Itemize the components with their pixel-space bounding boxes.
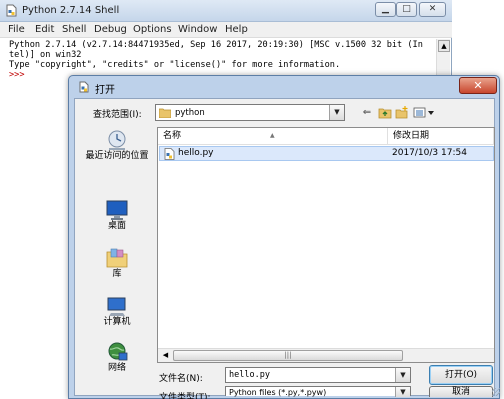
filename-label: 文件名(N): xyxy=(159,374,203,384)
column-header-label: 修改日期 xyxy=(393,131,430,141)
resize-grip[interactable] xyxy=(492,388,500,396)
column-header-name[interactable]: 名称 ▲ xyxy=(158,128,388,145)
desktop-icon xyxy=(106,200,128,220)
menu-window[interactable]: Window xyxy=(178,24,217,35)
sort-ascending-icon: ▲ xyxy=(270,132,275,139)
place-label: 最近访问的位置 xyxy=(85,151,149,161)
shell-output[interactable]: Python 2.7.14 (v2.7.14:84471935ed, Sep 1… xyxy=(9,40,434,80)
shell-close-button[interactable]: ✕ xyxy=(419,2,446,17)
open-file-dialog: 打开 ✕ 查找范围(I): python ▼ ⇐ 最近访问的位置 桌面 库 计算… xyxy=(68,75,500,399)
shell-line: Python 2.7.14 (v2.7.14:84471935ed, Sep 1… xyxy=(9,40,423,50)
menu-options[interactable]: Options xyxy=(133,24,172,35)
look-in-value: python xyxy=(175,108,205,118)
places-bar: 最近访问的位置 桌面 库 计算机 网络 xyxy=(79,127,155,375)
filetype-label: 文件类型(T): xyxy=(159,393,211,399)
menu-help[interactable]: Help xyxy=(225,24,248,35)
network-icon xyxy=(108,342,128,361)
chevron-down-icon[interactable]: ▼ xyxy=(395,368,410,382)
menu-shell[interactable]: Shell xyxy=(62,24,86,35)
dialog-close-button[interactable]: ✕ xyxy=(459,77,497,94)
file-modified: 2017/10/3 17:54 xyxy=(392,148,467,158)
file-list[interactable]: 名称 ▲ 修改日期 hello.py 2017/10/3 17:54 ◀ ||| xyxy=(157,127,495,363)
place-label: 网络 xyxy=(107,363,126,373)
shell-titlebar[interactable]: Python 2.7.14 Shell ▁ □ ✕ xyxy=(0,0,452,22)
place-label: 桌面 xyxy=(107,221,126,231)
scrollbar-thumb[interactable]: ||| xyxy=(173,350,403,361)
column-header-label: 名称 xyxy=(163,131,182,141)
place-recent[interactable]: 最近访问的位置 xyxy=(79,129,155,177)
minimize-icon: ▁ xyxy=(382,4,389,14)
place-network[interactable]: 网络 xyxy=(79,341,155,377)
cancel-button[interactable]: 取消 xyxy=(429,386,493,397)
filename-input[interactable]: hello.py ▼ xyxy=(225,367,411,383)
place-label: 库 xyxy=(112,269,122,279)
place-desktop[interactable]: 桌面 xyxy=(79,199,155,235)
shell-menubar: File Edit Shell Debug Options Window Hel… xyxy=(0,22,452,38)
scroll-left-icon[interactable]: ◀ xyxy=(159,350,172,361)
look-in-combo[interactable]: python ▼ xyxy=(155,104,345,121)
computer-icon xyxy=(107,297,126,316)
chevron-down-icon[interactable]: ▼ xyxy=(329,105,344,120)
python-file-icon xyxy=(79,81,89,93)
filetype-value: Python files (*.py,*.pyw) xyxy=(229,388,327,397)
filename-value: hello.py xyxy=(229,370,270,380)
menu-debug[interactable]: Debug xyxy=(94,24,127,35)
menu-file[interactable]: File xyxy=(8,24,25,35)
maximize-icon: □ xyxy=(402,4,411,14)
file-name: hello.py xyxy=(178,148,214,158)
cancel-button-label: 取消 xyxy=(451,387,470,397)
open-button[interactable]: 打开(O) xyxy=(429,365,493,385)
new-folder-icon[interactable] xyxy=(395,106,409,119)
dialog-body: 查找范围(I): python ▼ ⇐ 最近访问的位置 桌面 库 计算机 网络 … xyxy=(74,98,495,399)
close-icon: ✕ xyxy=(473,79,483,92)
place-computer[interactable]: 计算机 xyxy=(79,295,155,331)
file-list-horizontal-scrollbar[interactable]: ◀ ||| xyxy=(158,348,494,362)
file-row[interactable]: hello.py 2017/10/3 17:54 xyxy=(159,146,494,161)
place-libraries[interactable]: 库 xyxy=(79,247,155,283)
up-folder-icon[interactable] xyxy=(378,106,392,119)
menu-edit[interactable]: Edit xyxy=(35,24,54,35)
minimize-button[interactable]: ▁ xyxy=(375,2,396,17)
python-file-icon xyxy=(6,4,17,17)
place-label: 计算机 xyxy=(103,317,131,327)
column-header-modified[interactable]: 修改日期 xyxy=(388,128,494,145)
chevron-down-icon[interactable]: ▼ xyxy=(395,387,410,397)
dialog-title: 打开 xyxy=(95,85,115,96)
recent-places-icon xyxy=(108,130,126,150)
view-menu-icon[interactable] xyxy=(413,106,435,119)
folder-icon xyxy=(159,108,171,118)
libraries-icon xyxy=(106,248,128,268)
close-icon: ✕ xyxy=(428,4,437,14)
python-file-icon xyxy=(164,148,175,160)
scroll-up-icon[interactable]: ▲ xyxy=(438,40,450,52)
shell-title: Python 2.7.14 Shell xyxy=(22,5,120,16)
open-button-label: 打开(O) xyxy=(444,370,478,380)
maximize-button[interactable]: □ xyxy=(396,2,417,17)
back-arrow-icon[interactable]: ⇐ xyxy=(361,106,373,119)
look-in-label: 查找范围(I): xyxy=(93,110,142,120)
shell-line: tel)] on win32 xyxy=(9,50,82,60)
filetype-select[interactable]: Python files (*.py,*.pyw) ▼ xyxy=(225,386,411,397)
dialog-titlebar[interactable]: 打开 ✕ xyxy=(69,76,499,98)
shell-line: Type "copyright", "credits" or "license(… xyxy=(9,60,341,70)
